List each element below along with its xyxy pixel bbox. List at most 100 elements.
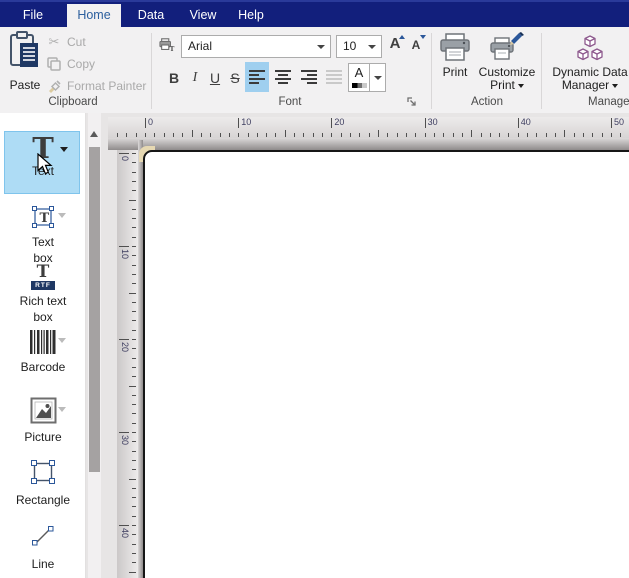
ruler-tick xyxy=(350,133,351,137)
align-right-button[interactable] xyxy=(297,62,321,92)
align-left-button[interactable] xyxy=(245,62,269,92)
ruler-tick xyxy=(132,181,136,182)
ruler-label: 20 xyxy=(120,342,130,352)
align-justify-button[interactable] xyxy=(322,62,346,92)
cut-icon: ✂ xyxy=(46,34,62,50)
ruler-tick xyxy=(257,133,258,137)
tool-rich-text-box[interactable]: T RTF Rich text box xyxy=(0,265,86,325)
strikethrough-button[interactable]: S xyxy=(226,64,244,92)
ruler-tick xyxy=(132,367,136,368)
tool-line[interactable]: Line xyxy=(0,523,86,572)
ruler-tick xyxy=(341,133,342,137)
ruler-tick xyxy=(220,133,221,137)
ruler-tick xyxy=(119,432,129,433)
ruler-tick xyxy=(132,283,136,284)
customize-print-button[interactable]: Customize Print xyxy=(476,31,538,92)
ruler-tick xyxy=(331,133,332,137)
workspace: T Text T Text box T RTF xyxy=(0,113,629,578)
font-size-value: 10 xyxy=(343,39,356,53)
ruler-tick xyxy=(546,133,547,137)
underline-button[interactable]: U xyxy=(206,64,224,92)
tab-home-active[interactable]: Home xyxy=(67,4,121,27)
ruler-tick xyxy=(397,133,398,137)
tool-text-box[interactable]: T Text box xyxy=(0,205,86,266)
ruler-tick xyxy=(406,133,407,137)
tool-rectangle[interactable]: Rectangle xyxy=(0,459,86,508)
ruler-tick xyxy=(132,432,136,433)
tool-picture[interactable]: Picture xyxy=(0,397,86,445)
paste-button[interactable]: Paste xyxy=(4,31,46,91)
chevron-down-icon xyxy=(518,84,524,88)
ruler-tick xyxy=(132,190,136,191)
tab-help[interactable]: Help xyxy=(230,4,272,27)
ruler-tick xyxy=(303,133,304,137)
ruler-tick xyxy=(387,133,388,137)
tab-data[interactable]: Data xyxy=(130,4,172,27)
ruler-label: 10 xyxy=(120,249,130,259)
ruler-tick xyxy=(132,488,136,489)
ruler-tick xyxy=(132,562,136,563)
ruler-tick xyxy=(378,130,379,137)
bold-button[interactable]: B xyxy=(164,64,184,92)
tool-barcode[interactable]: Barcode xyxy=(0,330,86,375)
ruler-tick xyxy=(611,118,612,128)
italic-button[interactable]: I xyxy=(186,64,204,92)
grow-font-button[interactable]: A xyxy=(385,35,405,57)
ruler-label: 40 xyxy=(521,117,531,127)
rtf-badge: RTF xyxy=(31,281,55,290)
ruler-tick xyxy=(132,227,136,228)
font-family-combobox[interactable]: Arial xyxy=(181,35,331,58)
menu-file[interactable]: File xyxy=(12,4,54,27)
tab-view[interactable]: View xyxy=(182,4,224,27)
ruler-tick xyxy=(359,133,360,137)
scrollbar-thumb[interactable] xyxy=(89,147,100,472)
ruler-tick xyxy=(132,441,136,442)
ruler-tick xyxy=(132,506,136,507)
mouse-cursor xyxy=(37,153,53,176)
chevron-down-icon[interactable] xyxy=(60,147,68,152)
horizontal-ruler: 01020304050 xyxy=(108,117,629,138)
toolbox-scrollbar[interactable] xyxy=(88,113,101,578)
ruler-tick xyxy=(132,544,136,545)
ruler-tick xyxy=(620,133,621,137)
print-button[interactable]: Print xyxy=(434,31,476,79)
clipboard-group-label: Clipboard xyxy=(18,96,128,110)
shrink-font-button[interactable]: A xyxy=(406,35,426,57)
scroll-up-arrow-icon[interactable] xyxy=(90,131,98,137)
align-justify-icon xyxy=(326,70,342,84)
ruler-tick xyxy=(132,460,136,461)
font-size-combobox[interactable]: 10 xyxy=(336,35,382,58)
align-left-icon xyxy=(249,70,265,84)
ruler-tick xyxy=(490,133,491,137)
font-family-value: Arial xyxy=(188,39,212,53)
format-painter-button[interactable]: Format Painter xyxy=(46,77,146,95)
font-color-dropdown[interactable] xyxy=(370,64,385,91)
font-color-apply[interactable]: A xyxy=(349,64,370,91)
ruler-tick xyxy=(238,118,239,128)
label-design-surface[interactable] xyxy=(143,150,629,578)
chevron-down-icon[interactable] xyxy=(368,45,376,49)
chevron-down-icon[interactable] xyxy=(317,45,325,49)
ruler-tick xyxy=(164,133,165,137)
copy-button[interactable]: Copy xyxy=(46,55,95,73)
ruler-tick xyxy=(229,133,230,137)
font-dialog-launcher[interactable] xyxy=(407,95,418,106)
chevron-down-icon[interactable] xyxy=(58,213,66,218)
ruler-tick xyxy=(415,133,416,137)
ruler-label: 30 xyxy=(428,117,438,127)
align-center-button[interactable] xyxy=(271,62,295,92)
ruler-tick xyxy=(285,130,286,137)
chevron-down-icon[interactable] xyxy=(58,338,66,343)
ruler-tick xyxy=(145,118,146,128)
ruler-tick xyxy=(592,133,593,137)
dynamic-data-manager-button[interactable]: Dynamic Data Manager xyxy=(550,31,629,92)
format-painter-icon xyxy=(46,78,62,94)
ruler-tick xyxy=(132,255,136,256)
chevron-down-icon[interactable] xyxy=(58,407,66,412)
font-color-button[interactable]: A xyxy=(348,63,386,92)
print-icon xyxy=(434,31,476,63)
chevron-down-icon xyxy=(612,84,618,88)
ruler-tick xyxy=(132,525,136,526)
cut-button[interactable]: ✂ Cut xyxy=(46,33,86,51)
ruler-tick xyxy=(564,130,565,137)
